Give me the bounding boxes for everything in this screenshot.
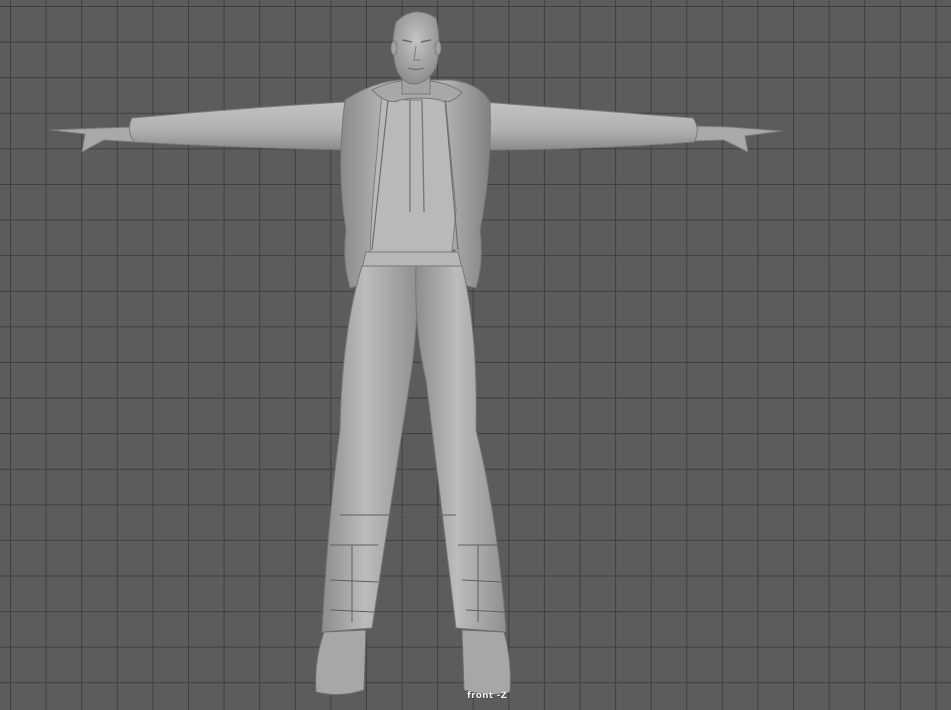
maya-front-viewport[interactable]: front -Z bbox=[0, 0, 951, 710]
shoe-left bbox=[315, 629, 367, 696]
arm-right bbox=[469, 101, 698, 151]
head bbox=[390, 11, 442, 85]
character-model[interactable] bbox=[0, 0, 951, 710]
shoe-right bbox=[461, 629, 511, 696]
leg-right bbox=[415, 265, 507, 633]
hand-right bbox=[694, 125, 783, 153]
hand-left bbox=[49, 126, 136, 153]
arm-left bbox=[128, 101, 361, 151]
leg-left bbox=[321, 265, 419, 633]
hoodie-front bbox=[369, 89, 457, 253]
camera-label: front -Z bbox=[467, 691, 508, 701]
